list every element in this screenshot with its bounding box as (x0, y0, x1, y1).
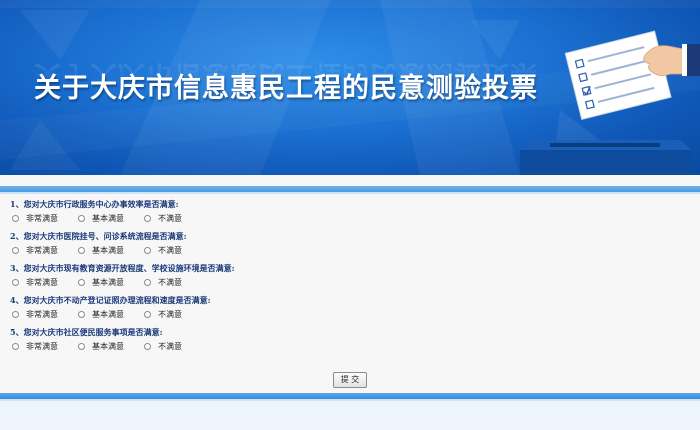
option-label: 不满意 (158, 278, 182, 287)
answer-option[interactable]: 基本满意 (78, 277, 144, 288)
answer-option[interactable]: 不满意 (144, 341, 210, 352)
answer-option[interactable]: 不满意 (144, 213, 210, 224)
question-options: 非常满意 基本满意 不满意 (10, 243, 690, 258)
question-label: 4、您对大庆市不动产登记证照办理流程和速度是否满意: (10, 295, 211, 305)
answer-option[interactable]: 基本满意 (78, 245, 144, 256)
answer-option[interactable]: 基本满意 (78, 341, 144, 352)
question-options: 非常满意 基本满意 不满意 (10, 211, 690, 226)
option-label: 基本满意 (92, 214, 124, 223)
question-label: 2、您对大庆市医院挂号、问诊系统流程是否满意: (10, 231, 187, 241)
radio-button[interactable] (78, 279, 85, 286)
question-label: 5、您对大庆市社区便民服务事项是否满意: (10, 327, 163, 337)
question-label: 3、您对大庆市现有教育资源开放程度、学校设施环境是否满意: (10, 263, 235, 273)
radio-button[interactable] (12, 311, 19, 318)
radio-button[interactable] (144, 247, 151, 254)
question-options: 非常满意 基本满意 不满意 (10, 275, 690, 290)
answer-option[interactable]: 非常满意 (12, 277, 78, 288)
question-label: 1、您对大庆市行政服务中心办事效率是否满意: (10, 199, 179, 209)
banner-title-reflection: 关于大庆市信息惠民工程的民意测验投票 (34, 59, 538, 90)
answer-option[interactable]: 不满意 (144, 277, 210, 288)
header-banner: 关于大庆市信息惠民工程的民意测验投票 关于大庆市信息惠民工程的民意测验投票 (0, 0, 700, 175)
option-label: 基本满意 (92, 342, 124, 351)
option-label: 非常满意 (26, 214, 58, 223)
option-label: 非常满意 (26, 278, 58, 287)
survey-form: 1、您对大庆市行政服务中心办事效率是否满意: 非常满意 基本满意 不满意 2、您对大庆市… (0, 194, 700, 354)
radio-button[interactable] (12, 343, 19, 350)
option-label: 非常满意 (26, 246, 58, 255)
radio-button[interactable] (12, 215, 19, 222)
radio-button[interactable] (78, 343, 85, 350)
question-options: 非常满意 基本满意 不满意 (10, 307, 690, 322)
survey-question-2: 2、您对大庆市医院挂号、问诊系统流程是否满意: 非常满意 基本满意 不满意 (10, 230, 690, 258)
option-label: 不满意 (158, 342, 182, 351)
radio-button[interactable] (144, 215, 151, 222)
answer-option[interactable]: 非常满意 (12, 309, 78, 320)
survey-question-3: 3、您对大庆市现有教育资源开放程度、学校设施环境是否满意: 非常满意 基本满意 不满意 (10, 262, 690, 290)
radio-button[interactable] (144, 343, 151, 350)
option-label: 不满意 (158, 310, 182, 319)
answer-option[interactable]: 不满意 (144, 245, 210, 256)
option-label: 不满意 (158, 246, 182, 255)
option-label: 基本满意 (92, 246, 124, 255)
option-label: 非常满意 (26, 342, 58, 351)
answer-option[interactable]: 基本满意 (78, 309, 144, 320)
question-options: 非常满意 基本满意 不满意 (10, 339, 690, 354)
submit-button[interactable]: 提 交 (332, 372, 368, 388)
submit-area: 提 交 (0, 367, 700, 388)
radio-button[interactable] (12, 247, 19, 254)
answer-option[interactable]: 非常满意 (12, 245, 78, 256)
radio-button[interactable] (12, 279, 19, 286)
footer-area (0, 401, 700, 430)
ballot-box-illustration (520, 30, 700, 175)
radio-button[interactable] (144, 311, 151, 318)
option-label: 基本满意 (92, 278, 124, 287)
answer-option[interactable]: 基本满意 (78, 213, 144, 224)
option-label: 基本满意 (92, 310, 124, 319)
survey-question-5: 5、您对大庆市社区便民服务事项是否满意: 非常满意 基本满意 不满意 (10, 326, 690, 354)
answer-option[interactable]: 非常满意 (12, 213, 78, 224)
survey-question-4: 4、您对大庆市不动产登记证照办理流程和速度是否满意: 非常满意 基本满意 不满意 (10, 294, 690, 322)
option-label: 不满意 (158, 214, 182, 223)
radio-button[interactable] (144, 279, 151, 286)
answer-option[interactable]: 不满意 (144, 309, 210, 320)
radio-button[interactable] (78, 247, 85, 254)
radio-button[interactable] (78, 215, 85, 222)
answer-option[interactable]: 非常满意 (12, 341, 78, 352)
radio-button[interactable] (78, 311, 85, 318)
survey-question-1: 1、您对大庆市行政服务中心办事效率是否满意: 非常满意 基本满意 不满意 (10, 198, 690, 226)
option-label: 非常满意 (26, 310, 58, 319)
